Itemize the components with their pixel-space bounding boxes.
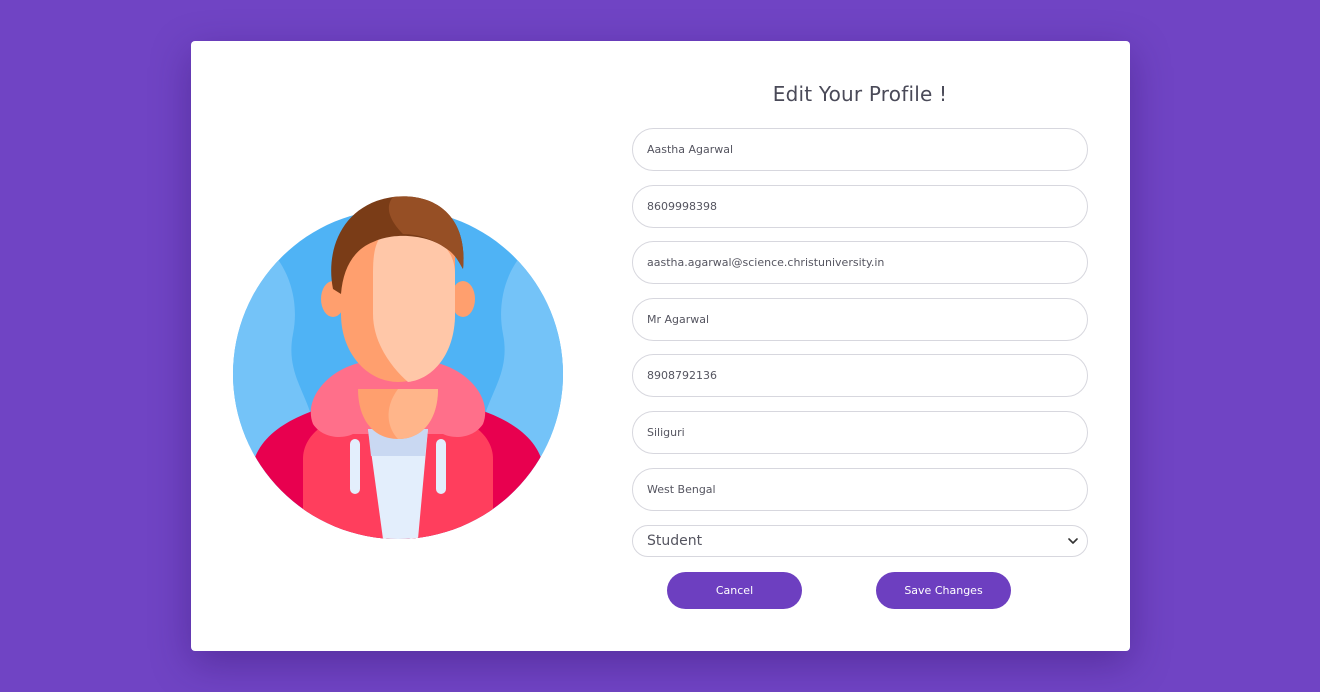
profile-card: Edit Your Profile ! Student Cancel Save … (191, 41, 1130, 651)
page-title: Edit Your Profile ! (772, 82, 948, 106)
save-changes-button[interactable]: Save Changes (876, 572, 1011, 609)
guardian-name-input[interactable] (632, 298, 1088, 341)
cancel-button[interactable]: Cancel (667, 572, 802, 609)
state-input[interactable] (632, 468, 1088, 511)
phone-input[interactable] (632, 185, 1088, 228)
user-avatar-icon (233, 196, 563, 539)
city-input[interactable] (632, 411, 1088, 454)
guardian-phone-input[interactable] (632, 354, 1088, 397)
chevron-down-icon (1067, 535, 1079, 547)
role-select[interactable]: Student (632, 525, 1088, 557)
avatar (233, 194, 563, 539)
email-input[interactable] (632, 241, 1088, 284)
name-input[interactable] (632, 128, 1088, 171)
role-select-value: Student (647, 533, 703, 549)
